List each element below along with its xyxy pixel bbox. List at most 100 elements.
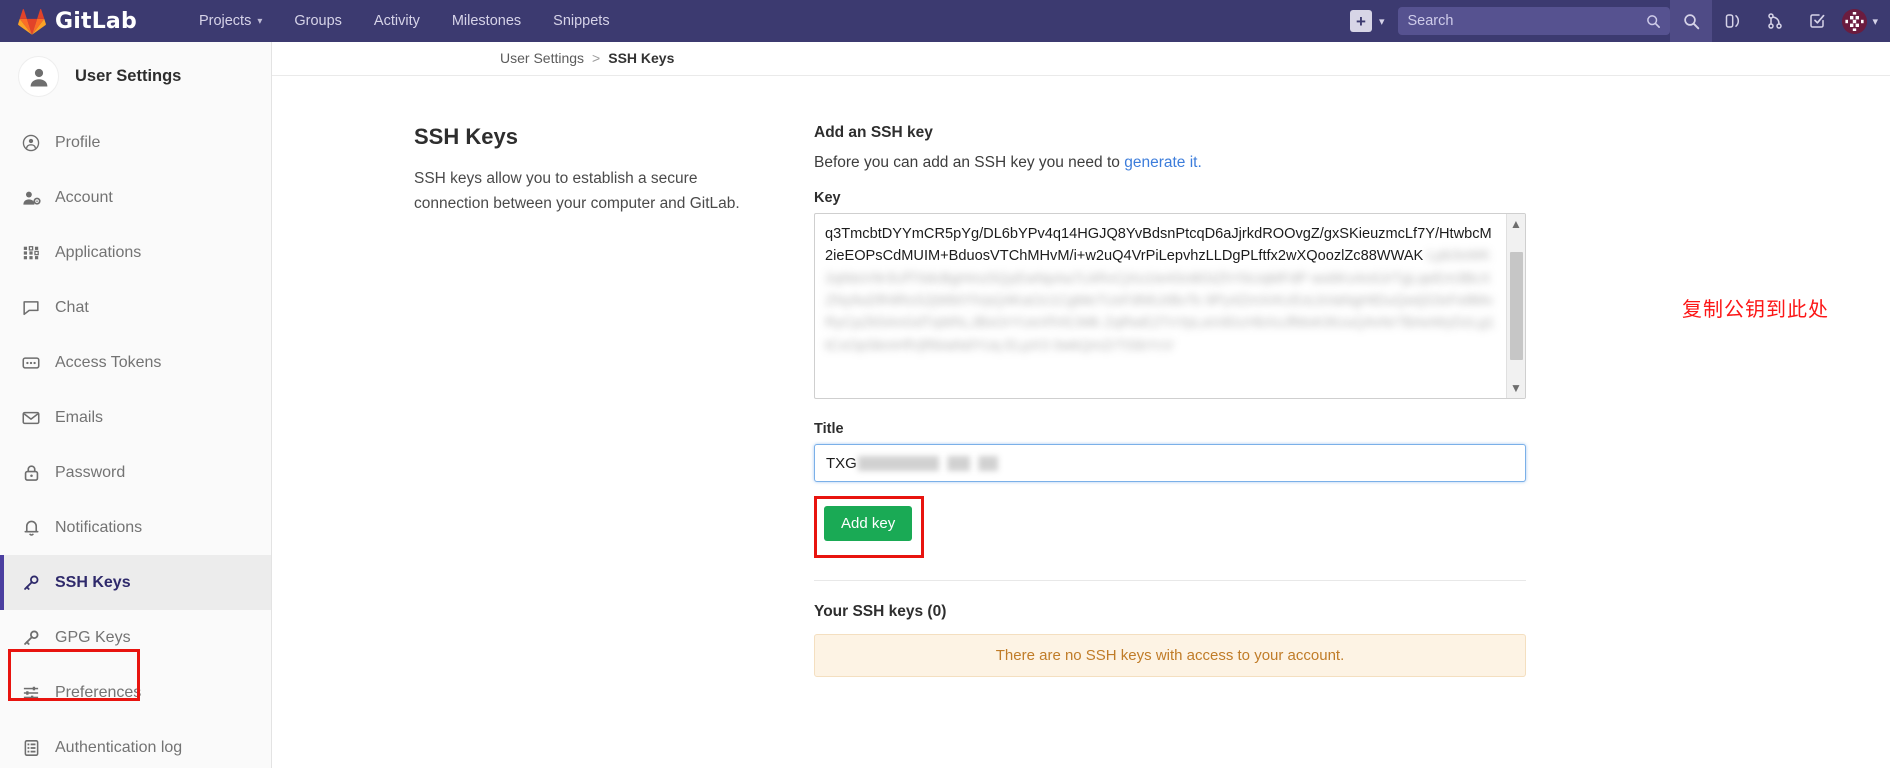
no-keys-alert: There are no SSH keys with access to you… [814,634,1526,677]
bell-icon [21,518,41,537]
sliders-icon [21,685,41,701]
sidebar-item-profile-label: Profile [55,133,101,151]
user-avatar-icon [18,56,59,97]
sidebar-item-preferences[interactable]: Preferences [0,665,271,720]
ssh-key-value: q3TmcbtDYYmCR5pYg/DL6bYPv4q14HGJQ8YvBdsn… [825,226,1492,265]
title-input[interactable]: TXG [814,444,1526,482]
nav-link-activity-label: Activity [373,13,420,29]
scroll-up-arrow-icon[interactable]: ▲ [1510,214,1522,234]
key-field-label: Key [814,190,841,206]
scroll-down-arrow-icon[interactable]: ▼ [1510,378,1522,398]
nav-link-milestones-label: Milestones [451,13,522,29]
topnav-right: + ▾ Search ▾ [1349,0,1890,42]
sidebar-item-access-tokens[interactable]: Access Tokens [0,335,271,390]
sidebar-item-preferences-label: Preferences [55,683,142,701]
nav-link-groups[interactable]: Groups [278,0,358,42]
gitlab-wordmark: GitLab [55,8,137,34]
sidebar-title: User Settings [75,67,182,85]
chevron-down-icon: ▾ [257,15,263,27]
nav-link-activity[interactable]: Activity [358,0,436,42]
envelope-icon [21,410,41,426]
topnav-left: GitLab Projects ▾ Groups Activity Milest… [0,0,626,42]
lock-icon [21,464,41,482]
textarea-scrollbar[interactable]: ▲ ▼ [1506,214,1525,398]
breadcrumb-parent[interactable]: User Settings [500,50,584,66]
sidebar-item-ssh-keys[interactable]: SSH Keys [0,555,271,610]
plus-icon[interactable]: + [1349,10,1372,32]
account-icon [21,189,41,207]
sidebar-item-chat-label: Chat [55,298,89,316]
sidebar-item-profile[interactable]: Profile [0,115,271,170]
breadcrumb-separator-icon: > [592,50,601,66]
avatar [1842,8,1868,34]
generate-hint: Before you can add an SSH key you need t… [814,154,1526,172]
user-menu[interactable]: ▾ [1842,8,1878,34]
plus-icon-glyph: + [1355,11,1366,31]
key-icon [21,574,41,592]
breadcrumb: User Settings > SSH Keys [272,42,1890,76]
search-icon [1647,14,1661,28]
search-placeholder: Search [1407,13,1454,29]
nav-link-groups-label: Groups [294,13,342,29]
sidebar-item-password[interactable]: Password [0,445,271,500]
applications-grid-icon [21,244,41,262]
log-list-icon [21,739,41,757]
add-ssh-key-heading: Add an SSH key [814,124,933,141]
section-divider [814,580,1526,581]
nav-link-snippets[interactable]: Snippets [537,0,625,42]
page-title: SSH Keys [414,124,518,149]
sidebar-item-applications-label: Applications [55,243,142,261]
todos-icon[interactable] [1796,0,1838,42]
title-input-value: TXG [826,454,857,472]
title-field-label: Title [814,421,844,437]
add-key-zone: Add key [814,496,1526,558]
gitlab-logo-icon[interactable]: GitLab [18,8,137,35]
nav-link-milestones[interactable]: Milestones [436,0,537,42]
title-input-redaction [857,455,998,471]
user-settings-sidebar: User Settings Profile Account Applicatio… [0,42,272,768]
new-item-dropdown[interactable]: + ▾ [1349,10,1385,32]
ssh-key-textarea[interactable]: q3TmcbtDYYmCR5pYg/DL6bYPv4q14HGJQ8YvBdsn… [814,213,1526,399]
search-input[interactable]: Search [1398,7,1671,35]
search-toggle-icon[interactable] [1670,0,1713,42]
sidebar-item-emails[interactable]: Emails [0,390,271,445]
chevron-down-icon: ▾ [1378,15,1385,28]
sidebar-item-gpg-keys-label: GPG Keys [55,628,131,646]
generate-it-link[interactable]: generate it. [1124,154,1202,171]
ssh-key-textarea-content[interactable]: q3TmcbtDYYmCR5pYg/DL6bYPv4q14HGJQ8YvBdsn… [815,214,1506,398]
access-tokens-icon [21,355,41,371]
page-description: SSH keys allow you to establish a secure… [414,170,740,213]
your-ssh-keys-heading: Your SSH keys (0) [814,603,947,620]
add-key-button[interactable]: Add key [824,506,913,541]
sidebar-item-ssh-keys-label: SSH Keys [55,573,131,591]
merge-requests-icon[interactable] [1754,0,1796,42]
sidebar-item-list: Profile Account Applications Chat Access… [0,115,271,768]
sidebar-item-applications[interactable]: Applications [0,225,271,280]
issues-board-icon[interactable] [1712,0,1754,42]
top-navigation-bar: GitLab Projects ▾ Groups Activity Milest… [0,0,1890,42]
sidebar-item-account[interactable]: Account [0,170,271,225]
sidebar-item-authentication-log-label: Authentication log [55,738,183,756]
sidebar-item-emails-label: Emails [55,408,104,426]
nav-link-projects[interactable]: Projects ▾ [183,0,278,42]
settings-content-row: SSH Keys SSH keys allow you to establish… [272,76,1890,677]
add-ssh-key-form: Add an SSH key Before you can add an SSH… [814,124,1526,677]
annotation-note-copy-public-key: 复制公钥到此处 [1682,297,1829,321]
ssh-keys-info-column: SSH Keys SSH keys allow you to establish… [414,124,814,677]
sidebar-item-chat[interactable]: Chat [0,280,271,335]
sidebar-item-access-tokens-label: Access Tokens [55,353,162,371]
sidebar-item-authentication-log[interactable]: Authentication log [0,720,271,768]
sidebar-item-account-label: Account [55,188,113,206]
profile-icon [21,134,41,152]
nav-link-snippets-label: Snippets [553,13,610,29]
topnav-links: Projects ▾ Groups Activity Milestones Sn… [183,0,626,42]
chevron-down-icon: ▾ [1872,15,1878,28]
sidebar-item-gpg-keys[interactable]: GPG Keys [0,610,271,665]
sidebar-item-password-label: Password [55,463,126,481]
main-content: User Settings > SSH Keys SSH Keys SSH ke… [272,42,1890,768]
key-icon [21,629,41,647]
scrollbar-thumb[interactable] [1509,252,1523,360]
chat-bubble-icon [21,299,41,317]
sidebar-item-notifications[interactable]: Notifications [0,500,271,555]
generate-hint-text: Before you can add an SSH key you need t… [814,154,1125,171]
